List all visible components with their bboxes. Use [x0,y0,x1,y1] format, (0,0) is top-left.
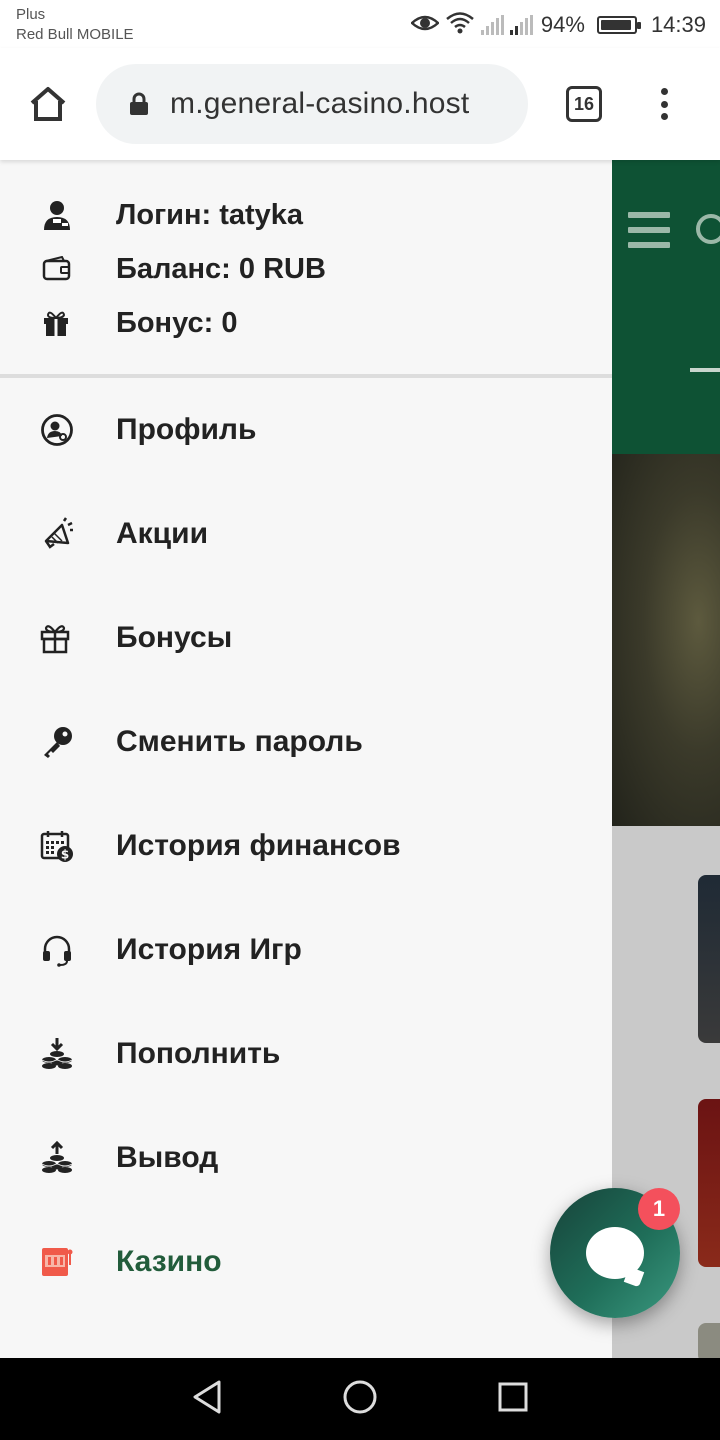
gift-icon [0,622,116,654]
menu-label: Акции [116,517,209,550]
header-divider [690,368,720,372]
home-nav-button[interactable] [330,1369,390,1429]
balance-text: Баланс: 0 RUB [116,252,326,285]
account-login-row: Логин: tatyka [0,188,612,242]
menu-item-profile[interactable]: Профиль [0,378,612,482]
menu-item-deposit[interactable]: Пополнить [0,1002,612,1106]
recents-square-icon [497,1381,529,1418]
calendar-money-icon: $ [0,829,116,863]
menu-item-withdraw[interactable]: Вывод [0,1106,612,1210]
coins-out-icon [0,1141,116,1175]
menu-label: История финансов [116,829,401,862]
chat-unread-badge: 1 [638,1188,680,1230]
eye-comfort-icon [410,13,440,38]
game-tile[interactable] [698,1323,720,1363]
address-bar[interactable]: m.general-casino.host [96,64,528,144]
menu-label: Сменить пароль [116,725,363,758]
menu-label: Пополнить [116,1037,281,1070]
account-summary: Логин: tatyka Баланс: 0 RUB Бонус: 0 [0,160,612,378]
user-circle-icon [0,413,116,447]
lock-icon [128,91,150,117]
wallet-icon [0,256,116,282]
slot-machine-icon [0,1245,116,1279]
menu-label: Вывод [116,1141,219,1174]
search-icon[interactable] [696,214,720,244]
menu-item-change-password[interactable]: Сменить пароль [0,690,612,794]
site-header [612,160,720,454]
svg-text:$: $ [61,848,69,862]
account-balance-row: Баланс: 0 RUB [0,242,612,296]
menu-label: Профиль [116,413,257,446]
user-icon [0,199,116,231]
signal-sim1-icon [480,15,504,35]
side-drawer: Логин: tatyka Баланс: 0 RUB Бонус: 0 Про… [0,160,612,1358]
home-circle-icon [342,1379,378,1420]
gift-icon [0,309,116,337]
battery-percent: 94% [540,12,585,37]
carrier-info: Plus Red Bull MOBILE [16,5,134,45]
drawer-menu: Профиль Акции Бонусы Сменить пароль $ Ис… [0,378,612,1314]
home-icon [28,85,68,128]
url-text: m.general-casino.host [170,87,470,120]
menu-item-game-history[interactable]: История Игр [0,898,612,1002]
promo-banner[interactable] [612,454,720,826]
back-button[interactable] [177,1369,237,1429]
recents-button[interactable] [483,1369,543,1429]
game-tile[interactable] [698,1099,720,1267]
back-triangle-icon [191,1380,223,1419]
clock: 14:39 [650,12,706,37]
menu-item-bonuses[interactable]: Бонусы [0,586,612,690]
menu-item-casino[interactable]: Казино [0,1210,612,1314]
coins-in-icon [0,1037,116,1071]
game-tile[interactable] [698,875,720,1043]
megaphone-icon [0,517,116,551]
bonus-text: Бонус: 0 [116,306,238,339]
login-text: Логин: tatyka [116,198,304,231]
carrier-line-2: Red Bull MOBILE [16,26,134,43]
battery-fill [600,20,632,30]
menu-item-finance-history[interactable]: $ История финансов [0,794,612,898]
tabs-button[interactable]: 16 [566,86,602,122]
chat-bubble-icon [586,1227,644,1279]
hamburger-icon[interactable] [628,212,670,248]
headset-icon [0,933,116,967]
menu-label: Бонусы [116,621,233,654]
carrier-line-1: Plus [16,6,46,23]
wifi-icon [445,11,475,40]
battery-icon [596,16,641,34]
menu-label: История Игр [116,933,302,966]
more-vert-icon[interactable] [648,84,680,124]
status-bar: Plus Red Bull MOBILE 94% 14:39 [0,0,720,48]
menu-label: Казино [116,1245,222,1278]
signal-sim2-icon [509,15,533,35]
key-icon [0,725,116,759]
menu-item-promotions[interactable]: Акции [0,482,612,586]
account-bonus-row: Бонус: 0 [0,296,612,350]
browser-toolbar: m.general-casino.host 16 [0,48,720,160]
status-indicators: 94% 14:39 [410,8,706,42]
home-button[interactable] [24,82,72,130]
system-navigation-bar [0,1358,720,1440]
